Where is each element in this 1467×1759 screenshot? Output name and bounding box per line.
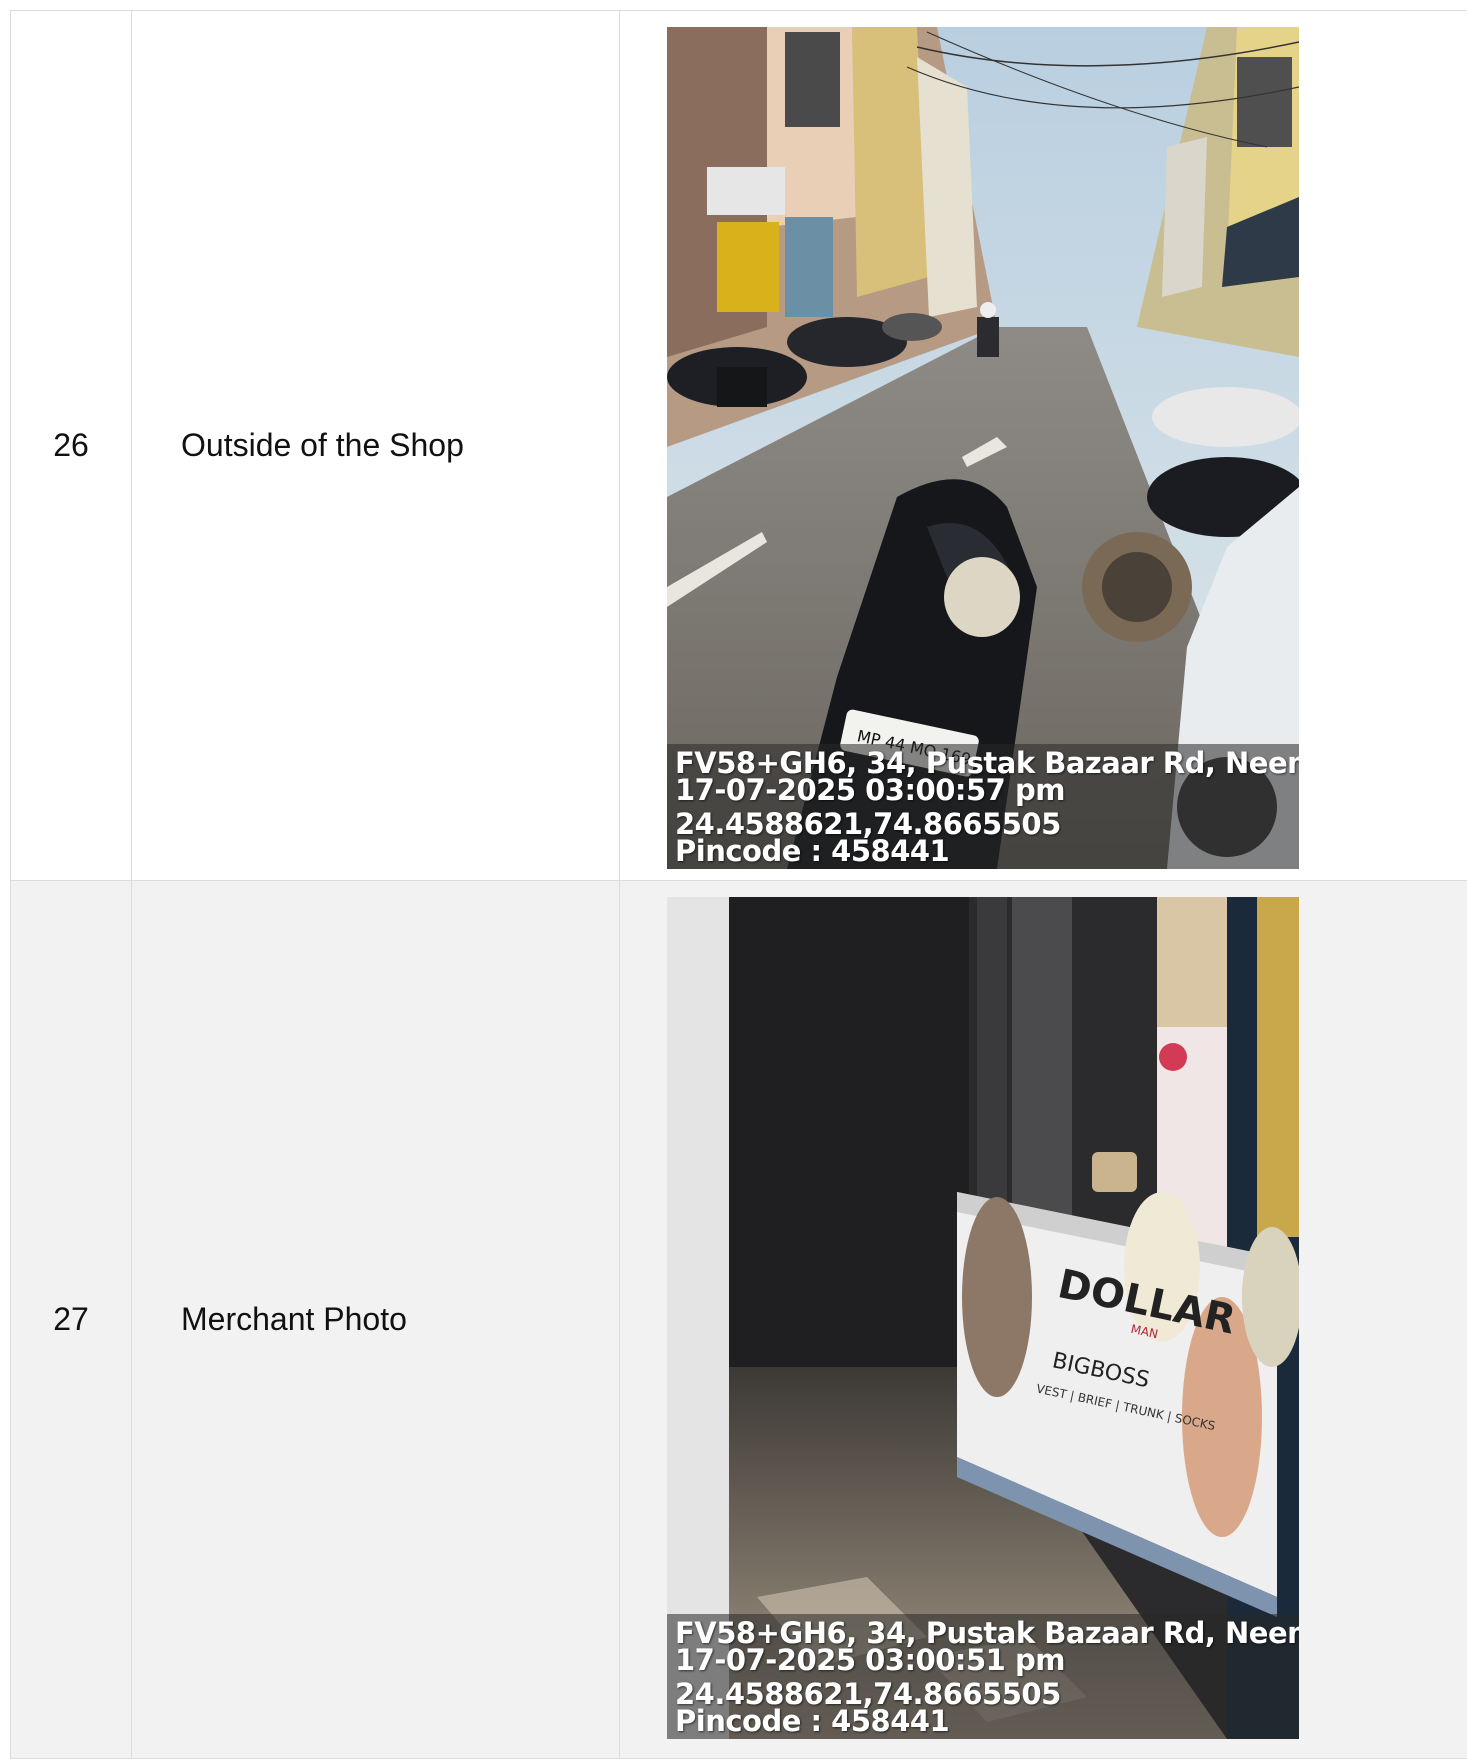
table-row: 27 Merchant Photo DOLLAR MAN BIGBOSS VES… [11, 881, 1467, 1759]
row-label: Merchant Photo [132, 881, 620, 1758]
row-number: 26 [11, 11, 132, 880]
merchant-photo[interactable]: DOLLAR MAN BIGBOSS VEST | BRIEF | TRUNK … [667, 897, 1299, 1739]
stamp-pincode: Pincode : 458441 [675, 834, 950, 868]
row-label: Outside of the Shop [132, 11, 620, 880]
stamp-datetime: 17-07-2025 03:00:57 pm [675, 773, 1065, 807]
photo-table: 26 Outside of the Shop FV58+GH6, 34, Pus… [10, 10, 1467, 1759]
geotag-stamp: FV58+GH6, 34, Pustak Bazaar Rd, Neemuch … [667, 1614, 1299, 1739]
photo-cell: MP 44 MQ 169 FV58+GH6, 34, Pustak Bazaar… [620, 11, 1467, 880]
street-scene-image: MP 44 MQ 169 [667, 27, 1299, 869]
shop-entrance-image: DOLLAR MAN BIGBOSS VEST | BRIEF | TRUNK … [667, 897, 1299, 1739]
table-row: 26 Outside of the Shop FV58+GH6, 34, Pus… [11, 11, 1467, 881]
street-photo[interactable]: MP 44 MQ 169 FV58+GH6, 34, Pustak Bazaar… [667, 27, 1299, 869]
row-number: 27 [11, 881, 132, 1758]
photo-cell: DOLLAR MAN BIGBOSS VEST | BRIEF | TRUNK … [620, 881, 1467, 1758]
stamp-datetime: 17-07-2025 03:00:51 pm [675, 1643, 1065, 1677]
stamp-pincode: Pincode : 458441 [675, 1704, 950, 1738]
geotag-stamp: FV58+GH6, 34, Pustak Bazaar Rd, Neemuch … [667, 744, 1299, 869]
